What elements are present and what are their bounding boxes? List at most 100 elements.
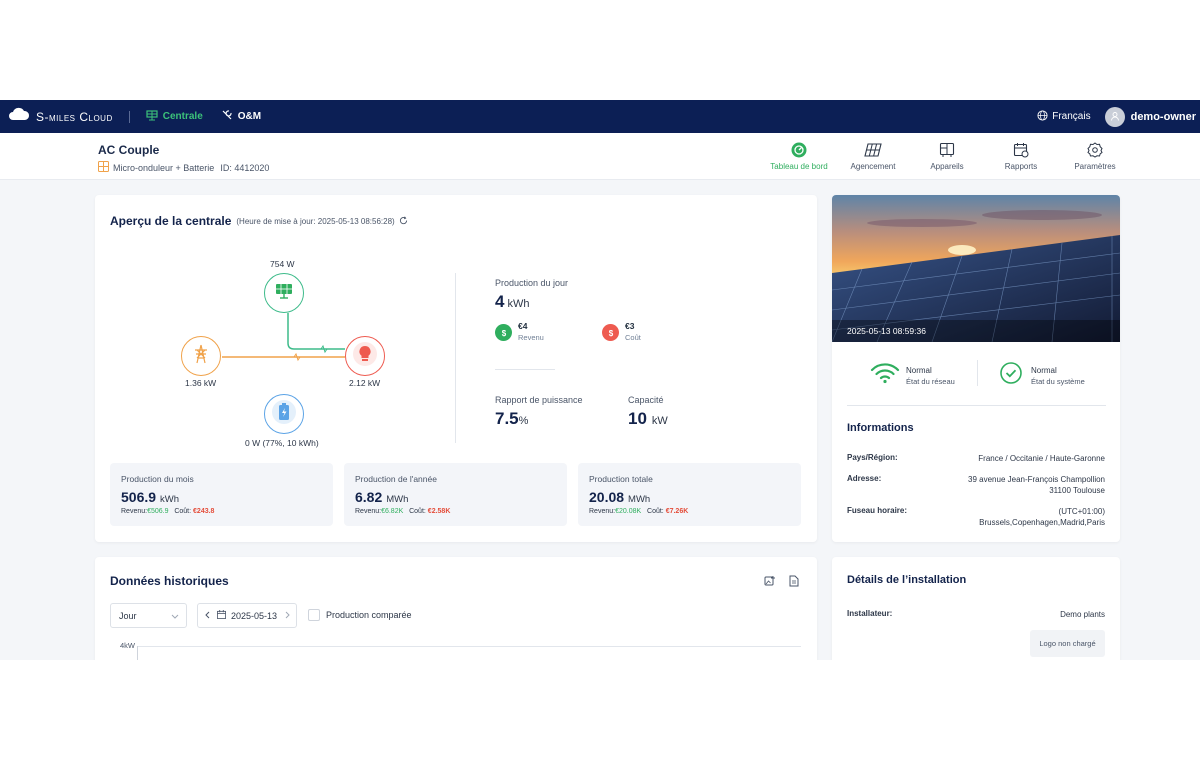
calendar-icon bbox=[217, 610, 226, 621]
network-status: Normal État du réseau bbox=[870, 362, 955, 389]
nav-centrale[interactable]: Centrale bbox=[146, 109, 203, 124]
language-label: Français bbox=[1052, 111, 1091, 122]
site-photo: 2025-05-13 08:59:36 bbox=[832, 195, 1120, 342]
chevron-down-icon bbox=[171, 611, 179, 621]
revenue-value: €20.08K bbox=[615, 508, 642, 515]
ratio-value: 7.5 bbox=[495, 409, 519, 428]
install-card: Détails de l’installation Installateur: … bbox=[832, 557, 1120, 660]
power-ratio-label: Rapport de puissance bbox=[495, 395, 583, 405]
timezone-line-2: Brussels,Copenhagen,Madrid,Paris bbox=[979, 518, 1105, 527]
brand[interactable]: S-miles Cloud bbox=[8, 107, 113, 126]
user-icon bbox=[1110, 108, 1120, 126]
tab-label: Appareils bbox=[930, 162, 964, 171]
brand-name: S-miles Cloud bbox=[36, 109, 113, 124]
user-name[interactable]: demo-owner bbox=[1131, 111, 1196, 123]
daily-cost: $ €3 Coût bbox=[602, 321, 641, 342]
address-label: Adresse: bbox=[847, 474, 882, 483]
compare-label: Production comparée bbox=[326, 610, 412, 620]
cost-icon: $ bbox=[602, 324, 619, 341]
daily-value: 4 bbox=[495, 292, 505, 311]
language-selector[interactable]: Français bbox=[1037, 109, 1091, 124]
daily-revenue: $ €4 Revenu bbox=[495, 321, 544, 342]
revenue-value: €506.9 bbox=[147, 508, 169, 515]
capacity-unit: kW bbox=[651, 415, 668, 427]
tab-label: Agencement bbox=[850, 162, 896, 171]
unit: MWh bbox=[628, 494, 651, 505]
nav-om[interactable]: O&M bbox=[221, 109, 261, 124]
period-select[interactable]: Jour bbox=[110, 603, 187, 628]
summary-title: Production du mois bbox=[121, 474, 194, 484]
avatar[interactable] bbox=[1104, 106, 1125, 127]
plant-header: AC Couple Micro-onduleur + Batterie ID: … bbox=[0, 133, 1200, 180]
svg-text:$: $ bbox=[501, 329, 506, 338]
svg-text:$: $ bbox=[608, 329, 613, 338]
divider bbox=[495, 369, 555, 370]
period-value: Jour bbox=[119, 610, 137, 621]
load-node[interactable] bbox=[345, 336, 385, 376]
timezone-label: Fuseau horaire: bbox=[847, 506, 908, 515]
file-export-icon[interactable] bbox=[788, 574, 800, 592]
power-ratio-value: 7.5% bbox=[495, 409, 528, 429]
divider bbox=[455, 273, 456, 443]
tab-parametres[interactable]: Paramètres bbox=[1060, 140, 1130, 171]
system-status-value: Normal bbox=[1031, 365, 1057, 375]
chevron-right-icon[interactable] bbox=[285, 611, 290, 621]
gridline bbox=[137, 646, 801, 647]
image-export-icon[interactable] bbox=[764, 574, 776, 592]
app: S-miles Cloud Centrale O&M Français demo… bbox=[0, 100, 1200, 660]
solar-panel-icon bbox=[146, 109, 163, 124]
solar-panel-icon bbox=[864, 143, 882, 159]
daily-production-value: 4 kWh bbox=[495, 292, 529, 312]
photo-timestamp: 2025-05-13 08:59:36 bbox=[847, 326, 926, 336]
installer-label: Installateur: bbox=[847, 609, 893, 618]
overview-card: Aperçu de la centrale (Heure de mise à j… bbox=[95, 195, 817, 542]
tab-label: Tableau de bord bbox=[770, 162, 828, 171]
energy-flow-lines bbox=[222, 313, 345, 362]
tab-rapports[interactable]: Rapports bbox=[986, 140, 1056, 171]
cloud-logo-icon bbox=[8, 107, 30, 126]
compare-checkbox[interactable] bbox=[308, 609, 320, 621]
tab-appareils[interactable]: Appareils bbox=[912, 140, 982, 171]
summary-title: Production de l'année bbox=[355, 474, 437, 484]
summary-footer: Revenu:€506.9 Coût: €243.8 bbox=[121, 508, 214, 515]
capacity-label: Capacité bbox=[628, 395, 664, 405]
wrench-icon bbox=[221, 109, 238, 124]
solar-node[interactable] bbox=[264, 273, 304, 313]
tab-tableau-de-bord[interactable]: Tableau de bord bbox=[764, 140, 834, 171]
installer-logo-placeholder: Logo non chargé bbox=[1030, 630, 1105, 657]
cost-value: €2.58K bbox=[427, 508, 451, 515]
revenue-label: Revenu: bbox=[589, 508, 616, 515]
system-status-label: État du système bbox=[1031, 376, 1085, 386]
summary-footer: Revenu:€20.08K Coût: €7.26K bbox=[589, 508, 688, 515]
divider bbox=[977, 360, 978, 386]
grid-node[interactable] bbox=[181, 336, 221, 376]
tab-agencement[interactable]: Agencement bbox=[838, 140, 908, 171]
cost-label: Coût: bbox=[647, 508, 664, 515]
calendar-report-icon bbox=[1013, 142, 1029, 160]
chevron-left-icon[interactable] bbox=[205, 611, 210, 621]
network-status-value: Normal bbox=[906, 365, 932, 375]
plant-tabs: Tableau de bord Agencement Appareils Rap… bbox=[760, 140, 1130, 171]
history-title: Données historiques bbox=[110, 574, 229, 588]
y-axis-top-label: 4kW bbox=[120, 641, 135, 650]
gear-icon bbox=[1087, 142, 1103, 160]
cost-label: Coût bbox=[625, 333, 641, 342]
summary-total: Production totale 20.08 MWh Revenu:€20.08… bbox=[578, 463, 801, 526]
revenue-value: €6.82K bbox=[381, 508, 404, 515]
summary-value: 20.08 MWh bbox=[589, 489, 650, 505]
battery-power: 0 W (77%, 10 kWh) bbox=[245, 438, 319, 448]
date-picker[interactable]: 2025-05-13 bbox=[197, 603, 297, 628]
battery-node[interactable] bbox=[264, 394, 304, 434]
grid-power: 1.36 kW bbox=[185, 378, 217, 388]
timezone-line-1: (UTC+01:00) bbox=[1058, 507, 1105, 516]
revenue-label: Revenu bbox=[518, 333, 544, 342]
history-card: Données historiques Jour 2025-05-13 Prod… bbox=[95, 557, 817, 660]
summary-month: Production du mois 506.9 kWh Revenu:€506.… bbox=[110, 463, 333, 526]
date-value: 2025-05-13 bbox=[231, 610, 278, 621]
address-value: 39 avenue Jean-François Champollion 3110… bbox=[968, 474, 1105, 496]
value: 6.82 bbox=[355, 489, 383, 505]
revenue-label: Revenu: bbox=[121, 508, 148, 515]
devices-icon bbox=[939, 142, 955, 160]
plant-name: AC Couple bbox=[98, 143, 160, 157]
summary-year: Production de l'année 6.82 MWh Revenu:€6.… bbox=[344, 463, 567, 526]
